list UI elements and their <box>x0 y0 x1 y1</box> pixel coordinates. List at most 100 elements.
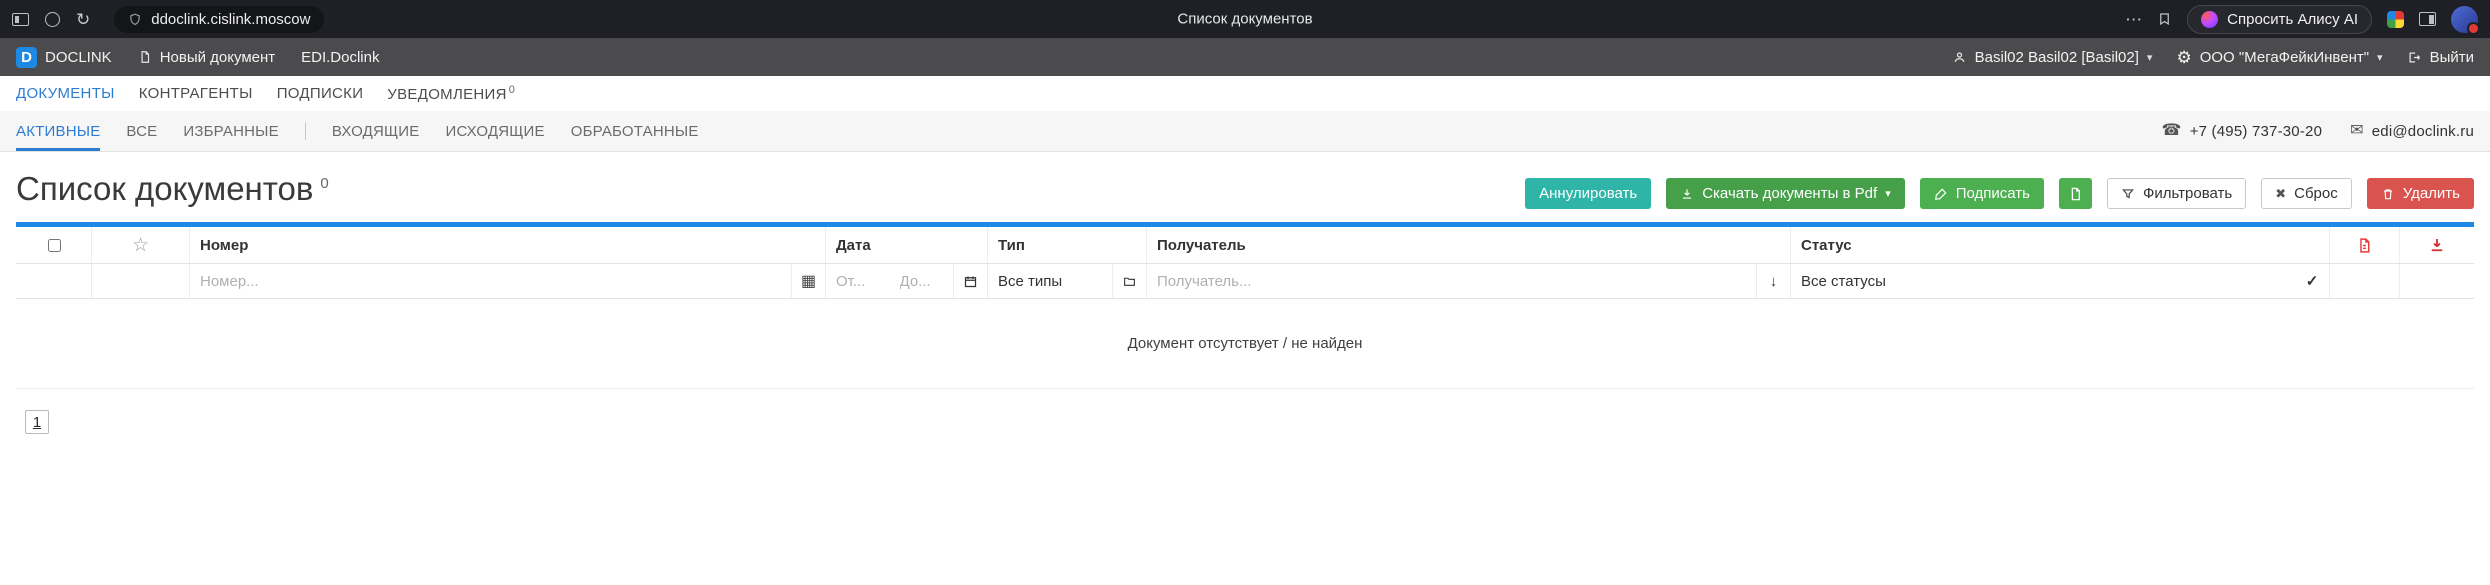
receiver-filter-input[interactable] <box>1147 264 1756 298</box>
delete-label: Удалить <box>2403 185 2460 202</box>
logout-icon <box>2407 50 2422 65</box>
download-icon <box>1680 187 1694 201</box>
alice-button[interactable]: Спросить Алису AI <box>2187 5 2372 34</box>
header-pdf-cell <box>2330 227 2400 263</box>
type-folder-icon[interactable] <box>1112 264 1146 298</box>
filter-number-cell: ▦ <box>190 264 826 298</box>
new-document-icon <box>138 49 152 65</box>
download-all-icon[interactable] <box>2428 236 2446 254</box>
select-all-checkbox[interactable] <box>48 239 61 252</box>
logout-label: Выйти <box>2430 49 2474 66</box>
header-download-cell <box>2400 227 2474 263</box>
empty-state-message: Документ отсутствует / не найден <box>16 299 2474 389</box>
delete-button[interactable]: Удалить <box>2367 178 2474 209</box>
browser-topbar: ↻ ddoclink.cislink.moscow Список докумен… <box>0 0 2490 38</box>
sign-label: Подписать <box>1956 185 2030 202</box>
phone-contact[interactable]: ☎ +7 (495) 737-30-20 <box>2162 123 2323 140</box>
extension-icon[interactable] <box>2387 11 2404 28</box>
phone-icon: ☎ <box>2162 123 2182 139</box>
new-document-button[interactable]: Новый документ <box>138 49 275 66</box>
main-nav: ДОКУМЕНТЫ КОНТРАГЕНТЫ ПОДПИСКИ УВЕДОМЛЕН… <box>0 76 2490 111</box>
browser-avatar[interactable] <box>2451 6 2478 33</box>
date-from-input[interactable] <box>826 264 890 298</box>
header-date[interactable]: Дата <box>826 227 988 263</box>
sign-button[interactable]: Подписать <box>1920 178 2044 209</box>
calendar-icon[interactable] <box>953 264 987 298</box>
sub-nav-favorites[interactable]: ИЗБРАННЫЕ <box>183 111 278 151</box>
download-pdf-caret-icon: ▾ <box>1885 187 1891 200</box>
address-bar[interactable]: ddoclink.cislink.moscow <box>114 6 324 33</box>
table-filter-row: ▦ Все типы <box>16 264 2474 299</box>
sub-nav-processed[interactable]: ОБРАБОТАННЫЕ <box>571 111 699 151</box>
header-number[interactable]: Номер <box>190 227 826 263</box>
filter-button[interactable]: Фильтровать <box>2107 178 2246 209</box>
sidebar-toggle-icon[interactable] <box>12 13 29 26</box>
app-header-left: D DOCLINK Новый документ EDI.Doclink <box>16 47 379 68</box>
export-file-button[interactable] <box>2059 178 2092 209</box>
filter-status-cell: Все статусы ✓ <box>1791 264 2330 298</box>
doclink-logo: D <box>16 47 37 68</box>
filter-funnel-icon <box>2121 187 2135 201</box>
receiver-sort-icon[interactable]: ↓ <box>1756 264 1790 298</box>
date-to-input[interactable] <box>890 264 954 298</box>
organization-caret-icon: ▾ <box>2377 51 2383 64</box>
reset-icon: ✖ <box>2275 186 2286 202</box>
main-nav-documents[interactable]: ДОКУМЕНТЫ <box>16 85 115 102</box>
pdf-file-icon[interactable] <box>2356 236 2373 255</box>
contacts: ☎ +7 (495) 737-30-20 ✉ edi@doclink.ru <box>2162 123 2474 140</box>
filter-select-cell <box>16 264 92 298</box>
sub-nav: АКТИВНЫЕ ВСЕ ИЗБРАННЫЕ ВХОДЯЩИЕ ИСХОДЯЩИ… <box>0 111 2490 152</box>
new-document-label: Новый документ <box>160 49 275 66</box>
header-favorite-cell: ☆ <box>92 227 190 263</box>
email-contact[interactable]: ✉ edi@doclink.ru <box>2350 123 2474 140</box>
sub-nav-incoming[interactable]: ВХОДЯЩИЕ <box>332 111 420 151</box>
gear-icon: ⚙ <box>2176 49 2191 66</box>
overflow-icon[interactable]: ⋯ <box>2125 11 2142 28</box>
header-type[interactable]: Тип <box>988 227 1147 263</box>
header-select-cell <box>16 227 92 263</box>
notifications-badge: 0 <box>509 84 515 96</box>
page-title-text: Список документов <box>16 170 313 207</box>
annul-button[interactable]: Аннулировать <box>1525 178 1651 209</box>
user-name: Basil02 Basil02 [Basil02] <box>1975 49 2139 66</box>
number-grid-icon[interactable]: ▦ <box>791 264 825 298</box>
favorite-star-icon[interactable]: ☆ <box>132 234 149 257</box>
alice-icon <box>2201 11 2218 28</box>
side-panels-icon[interactable] <box>2419 12 2436 26</box>
main-nav-subscriptions[interactable]: ПОДПИСКИ <box>277 85 364 102</box>
app-header: D DOCLINK Новый документ EDI.Doclink <box>0 38 2490 76</box>
logout-button[interactable]: Выйти <box>2407 49 2474 66</box>
page-title: Список документов 0 <box>16 170 329 208</box>
documents-count: 0 <box>320 175 328 192</box>
sub-nav-outgoing[interactable]: ИСХОДЯЩИЕ <box>445 111 544 151</box>
brand-name: DOCLINK <box>45 49 112 66</box>
header-receiver[interactable]: Получатель <box>1147 227 1791 263</box>
user-menu[interactable]: Basil02 Basil02 [Basil02] ▾ <box>1952 49 2153 66</box>
main-nav-notifications[interactable]: УВЕДОМЛЕНИЯ0 <box>387 84 515 103</box>
bookmark-icon[interactable] <box>2157 11 2172 27</box>
organization-menu[interactable]: ⚙ ООО "МегаФейкИнвент" ▾ <box>2176 49 2382 66</box>
header-status[interactable]: Статус <box>1791 227 2330 263</box>
tab-title: Список документов <box>1177 11 1312 28</box>
edi-doclink-link[interactable]: EDI.Doclink <box>301 49 379 66</box>
filter-pdf-cell <box>2330 264 2400 298</box>
organization-name: ООО "МегаФейкИнвент" <box>2200 49 2369 66</box>
status-filter-value[interactable]: Все статусы <box>1791 264 2295 298</box>
table-header-row: ☆ Номер Дата Тип Получатель Статус <box>16 227 2474 264</box>
toolbar: Аннулировать Скачать документы в Pdf ▾ П… <box>1525 178 2474 209</box>
sub-nav-all[interactable]: ВСЕ <box>126 111 157 151</box>
sub-nav-active[interactable]: АКТИВНЫЕ <box>16 111 100 151</box>
reload-icon[interactable]: ↻ <box>76 11 90 28</box>
main-nav-notifications-label: УВЕДОМЛЕНИЯ <box>387 86 506 103</box>
download-pdf-button[interactable]: Скачать документы в Pdf ▾ <box>1666 178 1905 209</box>
reset-button[interactable]: ✖ Сброс <box>2261 178 2352 209</box>
page-1-button[interactable]: 1 <box>25 410 49 434</box>
browser-profile-icon[interactable] <box>45 12 60 27</box>
main-nav-counterparties[interactable]: КОНТРАГЕНТЫ <box>139 85 253 102</box>
type-filter-value[interactable]: Все типы <box>988 264 1112 298</box>
sub-nav-divider <box>305 122 306 140</box>
number-filter-input[interactable] <box>190 264 791 298</box>
filter-label: Фильтровать <box>2143 185 2232 202</box>
brand[interactable]: D DOCLINK <box>16 47 112 68</box>
status-check-icon[interactable]: ✓ <box>2295 264 2329 298</box>
